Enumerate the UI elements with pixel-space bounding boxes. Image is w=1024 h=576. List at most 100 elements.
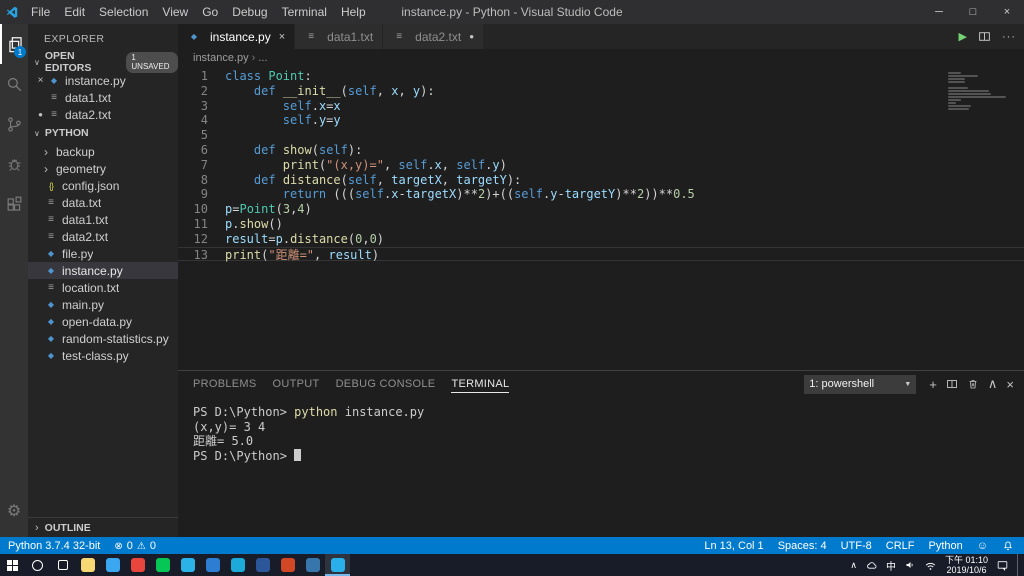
- action-center-icon[interactable]: [996, 559, 1009, 572]
- file-data.txt[interactable]: ≡ data.txt: [28, 194, 178, 211]
- menu-terminal[interactable]: Terminal: [275, 1, 334, 23]
- minimize-button[interactable]: ─: [922, 0, 956, 24]
- more-actions-button[interactable]: ···: [1002, 31, 1016, 43]
- terminal-shell-select[interactable]: 1: powershell ▼: [804, 374, 917, 394]
- breadcrumb[interactable]: instance.py ...: [178, 49, 1024, 66]
- activity-search[interactable]: [0, 64, 28, 104]
- python-interpreter[interactable]: Python 3.7.4 32-bit: [8, 540, 100, 552]
- file-data2.txt[interactable]: ≡ data2.txt: [28, 228, 178, 245]
- taskbar-powerpoint[interactable]: [275, 554, 300, 576]
- terminal-output[interactable]: PS D:\Python> python instance.py (x,y)= 3…: [178, 397, 1024, 537]
- status-indentation[interactable]: Spaces: 4: [778, 540, 827, 552]
- maximize-panel-button[interactable]: ∧: [988, 376, 998, 392]
- code-line-7[interactable]: 7 print("(x,y)=", self.x, self.y): [178, 158, 1024, 173]
- code-line-12[interactable]: 12 result=p.distance(0,0): [178, 232, 1024, 247]
- tab-data1.txt[interactable]: ≡ data1.txt: [295, 24, 384, 49]
- file-backup[interactable]: › backup: [28, 143, 178, 160]
- status-language-mode[interactable]: Python: [929, 540, 963, 552]
- taskbar-chrome[interactable]: [125, 554, 150, 576]
- show-desktop-button[interactable]: [1017, 554, 1021, 576]
- taskbar-line[interactable]: [150, 554, 175, 576]
- file-location.txt[interactable]: ≡ location.txt: [28, 279, 178, 296]
- menu-selection[interactable]: Selection: [92, 1, 155, 23]
- taskbar-vscode[interactable]: [325, 554, 350, 576]
- split-terminal-button[interactable]: [946, 378, 958, 390]
- split-editor-button[interactable]: [978, 30, 991, 43]
- code-line-9[interactable]: 9 return (((self.x-targetX)**2)+((self.y…: [178, 187, 1024, 202]
- panel-tab-terminal[interactable]: TERMINAL: [451, 375, 510, 393]
- activity-settings[interactable]: ⚙: [0, 491, 28, 531]
- taskbar-photos[interactable]: [200, 554, 225, 576]
- menu-help[interactable]: Help: [334, 1, 373, 23]
- tray-chevron-up-icon[interactable]: [850, 560, 857, 571]
- file-file.py[interactable]: ◆ file.py: [28, 245, 178, 262]
- open-editor-data1.txt[interactable]: ≡ data1.txt: [28, 89, 178, 106]
- file-data1.txt[interactable]: ≡ data1.txt: [28, 211, 178, 228]
- close-button[interactable]: ×: [990, 0, 1024, 24]
- menu-edit[interactable]: Edit: [57, 1, 92, 23]
- taskbar-store[interactable]: [175, 554, 200, 576]
- file-geometry[interactable]: › geometry: [28, 160, 178, 177]
- status-eol[interactable]: CRLF: [886, 540, 915, 552]
- file-main.py[interactable]: ◆ main.py: [28, 296, 178, 313]
- new-terminal-button[interactable]: +: [929, 377, 937, 392]
- open-editor-instance.py[interactable]: × ◆ instance.py: [28, 72, 178, 89]
- file-config.json[interactable]: {} config.json: [28, 177, 178, 194]
- dirty-icon[interactable]: ●: [469, 32, 474, 41]
- activity-extensions[interactable]: [0, 184, 28, 224]
- taskbar-python-idle[interactable]: [300, 554, 325, 576]
- menu-view[interactable]: View: [155, 1, 195, 23]
- close-tab-icon[interactable]: ×: [279, 31, 285, 43]
- code-editor[interactable]: 1 class Point: 2 def __init__(self, x, y):…: [178, 66, 1024, 370]
- open-editors-header[interactable]: OPEN EDITORS 1 UNSAVED: [28, 50, 178, 74]
- activity-source-control[interactable]: [0, 104, 28, 144]
- code-line-6[interactable]: 6 def show(self):: [178, 143, 1024, 158]
- ime-indicator[interactable]: 中: [886, 558, 896, 573]
- code-line-3[interactable]: 3 self.x=x: [178, 99, 1024, 114]
- taskbar-word[interactable]: [250, 554, 275, 576]
- code-line-2[interactable]: 2 def __init__(self, x, y):: [178, 84, 1024, 99]
- taskbar-clock[interactable]: 下午 01:10 2019/10/6: [945, 555, 988, 575]
- panel-tab-output[interactable]: OUTPUT: [273, 375, 320, 393]
- code-line-11[interactable]: 11 p.show(): [178, 217, 1024, 232]
- tab-instance.py[interactable]: ◆ instance.py ×: [178, 24, 296, 49]
- code-line-1[interactable]: 1 class Point:: [178, 69, 1024, 84]
- file-random-statistics.py[interactable]: ◆ random-statistics.py: [28, 330, 178, 347]
- code-line-5[interactable]: 5: [178, 128, 1024, 143]
- file-open-data.py[interactable]: ◆ open-data.py: [28, 313, 178, 330]
- taskbar-file-explorer[interactable]: [75, 554, 100, 576]
- menu-file[interactable]: File: [24, 1, 57, 23]
- code-line-13[interactable]: 13 print("距離=", result): [178, 246, 1024, 262]
- maximize-button[interactable]: □: [956, 0, 990, 24]
- taskbar-mail[interactable]: [225, 554, 250, 576]
- start-button[interactable]: [0, 554, 25, 576]
- task-view-button[interactable]: [50, 554, 75, 576]
- taskbar-edge[interactable]: [100, 554, 125, 576]
- activity-explorer[interactable]: 1: [0, 24, 28, 64]
- activity-debug[interactable]: [0, 144, 28, 184]
- notifications-bell-icon[interactable]: [1002, 540, 1014, 552]
- wifi-icon[interactable]: [924, 559, 937, 572]
- close-panel-button[interactable]: ×: [1006, 377, 1014, 392]
- minimap[interactable]: [948, 72, 1010, 111]
- speaker-icon[interactable]: [904, 559, 916, 571]
- panel-tab-problems[interactable]: PROBLEMS: [193, 375, 257, 393]
- cortana-button[interactable]: [25, 554, 50, 576]
- panel-tab-debug-console[interactable]: DEBUG CONSOLE: [336, 375, 436, 393]
- menu-go[interactable]: Go: [195, 1, 225, 23]
- feedback-icon[interactable]: [977, 540, 988, 552]
- outline-header[interactable]: OUTLINE: [28, 517, 178, 537]
- status-encoding[interactable]: UTF-8: [841, 540, 872, 552]
- problems-indicator[interactable]: 0 0: [114, 540, 156, 552]
- folder-header[interactable]: PYTHON: [28, 123, 178, 143]
- run-button[interactable]: ▶: [959, 30, 967, 43]
- open-editor-data2.txt[interactable]: ● ≡ data2.txt: [28, 106, 178, 123]
- onedrive-icon[interactable]: [865, 559, 878, 572]
- menu-debug[interactable]: Debug: [225, 1, 274, 23]
- breadcrumb-symbol[interactable]: ...: [258, 52, 267, 64]
- code-line-8[interactable]: 8 def distance(self, targetX, targetY):: [178, 173, 1024, 188]
- close-editor-icon[interactable]: ×: [34, 75, 47, 86]
- status-cursor-position[interactable]: Ln 13, Col 1: [704, 540, 763, 552]
- breadcrumb-file[interactable]: instance.py: [193, 52, 249, 64]
- file-test-class.py[interactable]: ◆ test-class.py: [28, 347, 178, 364]
